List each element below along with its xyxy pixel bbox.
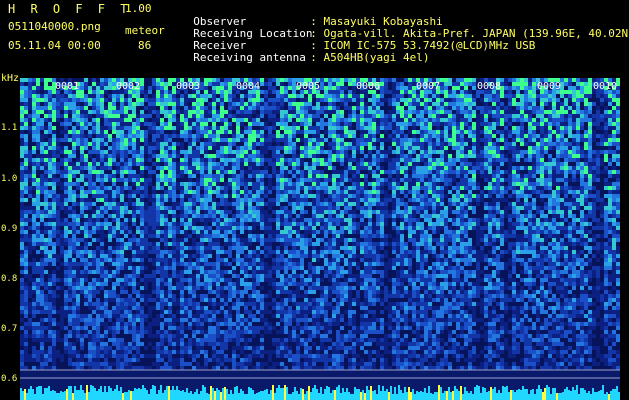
y-tick-1-1: 1.1: [1, 123, 18, 133]
y-tick-0-8: 0.8: [1, 274, 18, 284]
event-count: 86: [138, 39, 152, 52]
y-axis-unit: kHz: [1, 73, 20, 84]
frame-label: 0010: [593, 81, 618, 92]
frame-label: 0009: [537, 81, 562, 92]
y-tick-0-6: 0.6: [1, 374, 18, 384]
app-title: H R O F F T: [8, 2, 132, 16]
frame-label: 0001: [55, 81, 80, 92]
spectrogram-panel: [20, 78, 620, 400]
meta-label: Receiving antenna: [193, 51, 306, 64]
y-tick-0-9: 0.9: [1, 224, 18, 234]
event-type-label: meteor: [125, 24, 165, 37]
app-version: 1.00: [125, 2, 152, 15]
meta-row-antenna: Receiving antenna : A504HB(yagi 4el): [180, 40, 429, 64]
frame-label: 0002: [116, 81, 141, 92]
filename-label: 0511040000.png: [8, 20, 101, 33]
datetime-label: 05.11.04 00:00: [8, 39, 101, 52]
spectrogram: [20, 78, 620, 400]
meta-value: : A504HB(yagi 4el): [310, 51, 430, 64]
y-tick-0-7: 0.7: [1, 324, 18, 334]
y-tick-1-0: 1.0: [1, 174, 18, 184]
frame-label: 0007: [416, 81, 441, 92]
frame-label: 0004: [236, 81, 261, 92]
frame-label: 0005: [296, 81, 321, 92]
frame-label: 0008: [477, 81, 502, 92]
frame-label: 0006: [356, 81, 381, 92]
frame-label: 0003: [176, 81, 201, 92]
